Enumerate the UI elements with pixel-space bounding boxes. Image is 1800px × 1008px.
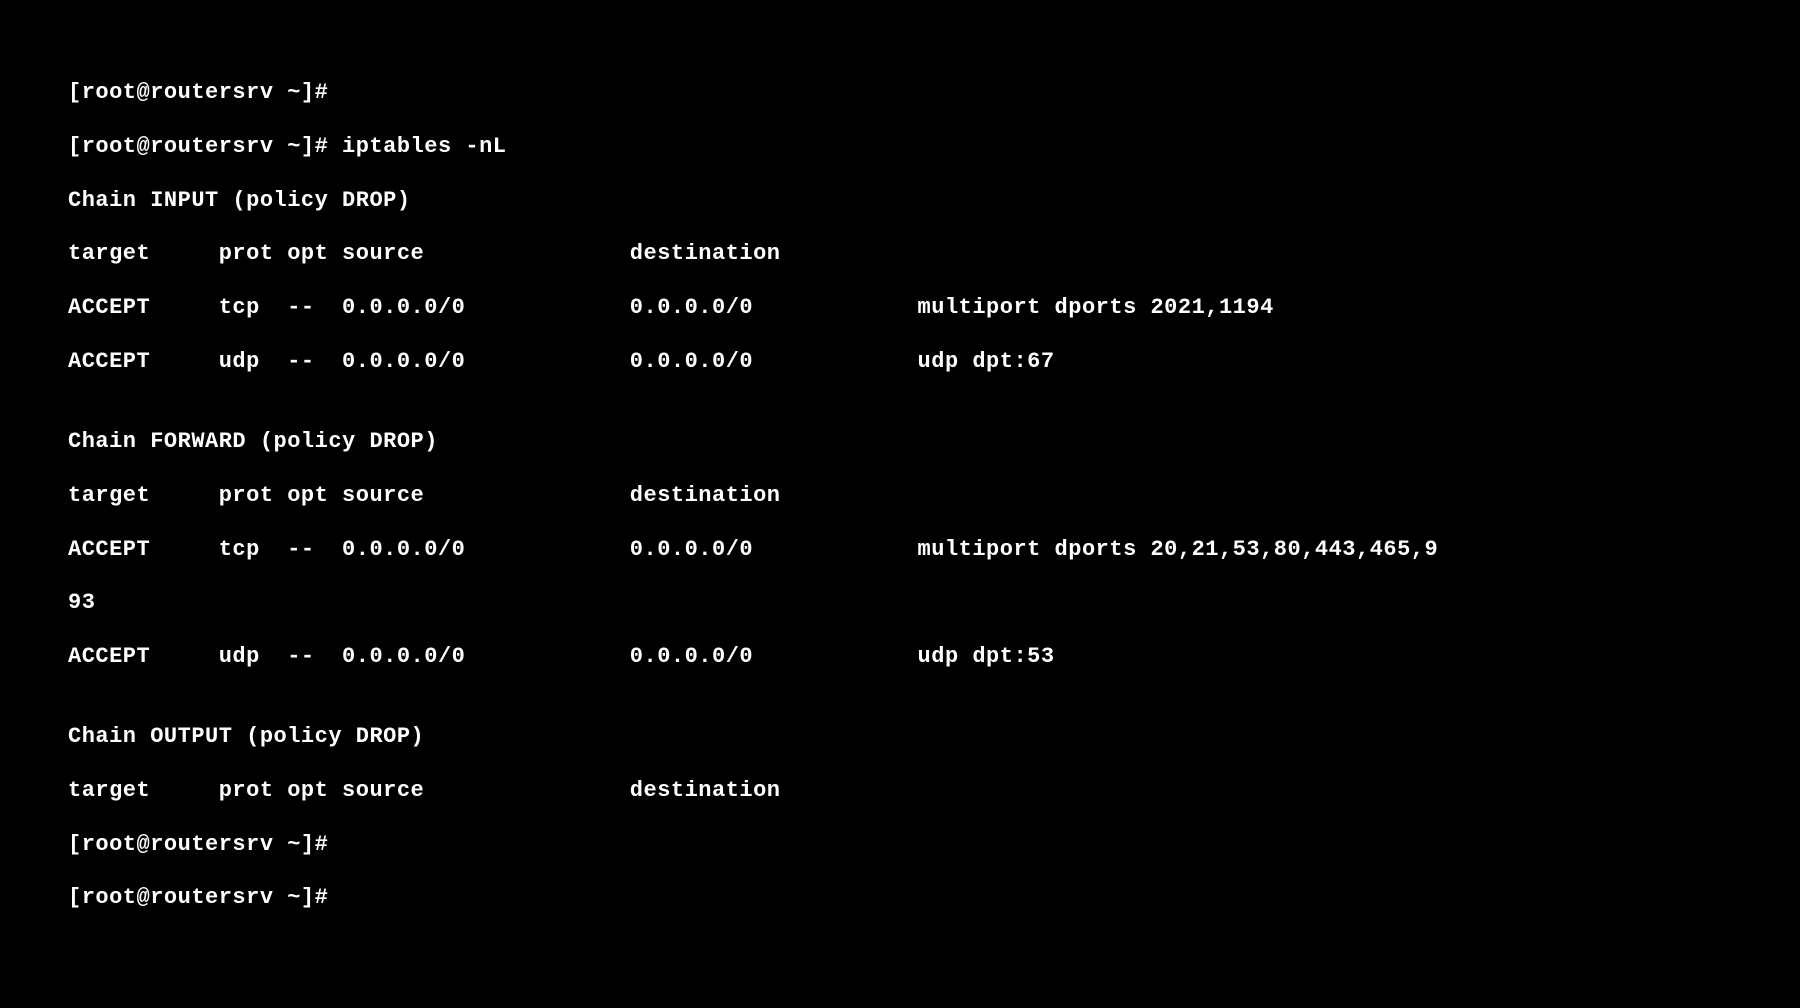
terminal-prompt[interactable]: [root@routersrv ~]# xyxy=(68,80,1800,107)
iptables-rule: ACCEPT tcp -- 0.0.0.0/0 0.0.0.0/0 multip… xyxy=(68,537,1800,564)
chain-input-header: Chain INPUT (policy DROP) xyxy=(68,188,1800,215)
column-header: target prot opt source destination xyxy=(68,241,1800,268)
iptables-rule: ACCEPT tcp -- 0.0.0.0/0 0.0.0.0/0 multip… xyxy=(68,295,1800,322)
terminal-prompt[interactable]: [root@routersrv ~]# xyxy=(68,885,1800,912)
terminal-prompt[interactable]: [root@routersrv ~]# xyxy=(68,832,1800,859)
terminal-command-line[interactable]: [root@routersrv ~]# iptables -nL xyxy=(68,134,1800,161)
iptables-rule: ACCEPT udp -- 0.0.0.0/0 0.0.0.0/0 udp dp… xyxy=(68,644,1800,671)
iptables-rule: ACCEPT udp -- 0.0.0.0/0 0.0.0.0/0 udp dp… xyxy=(68,349,1800,376)
chain-forward-header: Chain FORWARD (policy DROP) xyxy=(68,429,1800,456)
iptables-rule-wrap: 93 xyxy=(68,590,1800,617)
chain-output-header: Chain OUTPUT (policy DROP) xyxy=(68,724,1800,751)
column-header: target prot opt source destination xyxy=(68,778,1800,805)
column-header: target prot opt source destination xyxy=(68,483,1800,510)
